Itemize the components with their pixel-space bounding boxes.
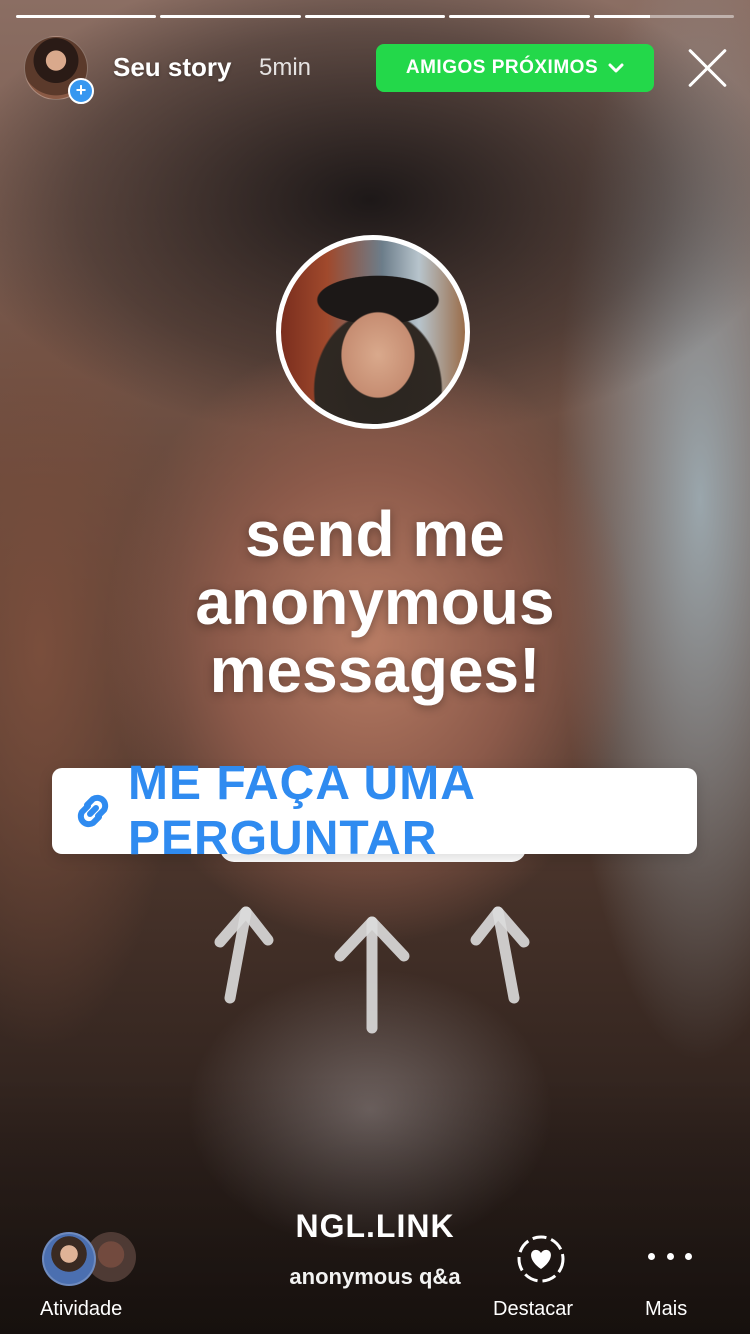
link-icon — [77, 794, 109, 828]
arrow-up-icon — [214, 906, 274, 1004]
progress-segment — [593, 15, 735, 18]
more-dots-icon[interactable] — [648, 1244, 692, 1268]
story-time: 5min — [259, 54, 312, 81]
highlight-label[interactable]: Destacar — [493, 1298, 573, 1321]
profile-photo — [276, 235, 470, 429]
headline-line: anonymous — [195, 566, 555, 638]
story-progress — [16, 15, 735, 18]
story-title: Seu story — [113, 52, 232, 82]
story-header: + Seu story 5min AMIGOS PRÓXIMOS — [24, 36, 730, 104]
more-label[interactable]: Mais — [645, 1298, 687, 1321]
progress-segment — [304, 15, 446, 18]
activity-label[interactable]: Atividade — [40, 1298, 122, 1321]
progress-segment — [449, 15, 590, 18]
link-sticker-wrap[interactable]: ME FAÇA UMA PERGUNTAR — [52, 757, 697, 865]
link-sticker-label: ME FAÇA UMA PERGUNTAR — [128, 757, 475, 865]
heart-highlight-icon[interactable] — [515, 1233, 567, 1285]
close-friends-label: AMIGOS PRÓXIMOS — [405, 57, 599, 78]
headline-line: send me — [245, 498, 505, 570]
ngl-title: NGL.LINK — [295, 1208, 455, 1244]
headline: send me anonymous messages! — [0, 500, 750, 704]
chevron-down-icon — [608, 63, 624, 73]
arrow-up-icon — [334, 916, 410, 1034]
link-sticker[interactable]: ME FAÇA UMA PERGUNTAR — [52, 757, 697, 865]
close-friends-button[interactable]: AMIGOS PRÓXIMOS — [376, 44, 654, 92]
plus-icon[interactable]: + — [68, 78, 94, 104]
ngl-subtitle: anonymous q&a — [289, 1264, 461, 1289]
arrow-up-icon — [470, 906, 530, 1004]
close-icon[interactable] — [686, 46, 730, 90]
headline-line: messages! — [209, 634, 541, 706]
progress-segment — [160, 15, 301, 18]
progress-segment — [16, 15, 157, 18]
